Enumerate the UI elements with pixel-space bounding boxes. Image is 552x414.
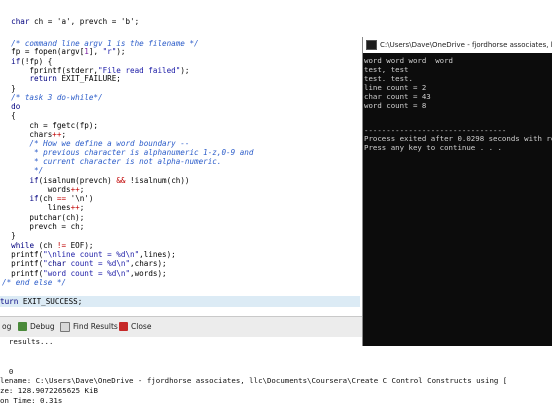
code-line[interactable]: /* end else */ bbox=[2, 277, 66, 288]
console-window[interactable]: C:\Users\Dave\OneDrive - fjordhorse asso… bbox=[362, 37, 552, 346]
tab-find-results-label: Find Results bbox=[73, 322, 118, 331]
console-line: word count = 8 bbox=[364, 101, 427, 110]
code-line[interactable]: turn EXIT_SUCCESS; bbox=[0, 296, 360, 307]
log-line: lename: C:\Users\Dave\OneDrive - fjordho… bbox=[0, 376, 508, 385]
debug-icon bbox=[18, 322, 27, 331]
find-results-icon bbox=[60, 321, 70, 332]
log-line: results... bbox=[0, 337, 54, 346]
tab-log-label: og bbox=[2, 322, 12, 331]
tab-debug[interactable]: Debug bbox=[16, 320, 57, 333]
log-line: on Time: 0.31s bbox=[0, 396, 63, 405]
console-line: Press any key to continue . . . bbox=[364, 143, 502, 152]
close-icon bbox=[119, 322, 128, 331]
build-log-panel: results... 0 lename: C:\Users\Dave\OneDri… bbox=[0, 337, 552, 414]
tab-log[interactable]: og bbox=[0, 320, 13, 333]
tab-close[interactable]: Close bbox=[117, 320, 153, 333]
console-titlebar[interactable]: C:\Users\Dave\OneDrive - fjordhorse asso… bbox=[363, 37, 552, 53]
tab-debug-label: Debug bbox=[30, 322, 55, 331]
tab-close-label: Close bbox=[131, 322, 152, 331]
tab-find-results[interactable]: Find Results bbox=[58, 320, 120, 333]
console-title: C:\Users\Dave\OneDrive - fjordhorse asso… bbox=[380, 41, 552, 49]
console-app-icon bbox=[366, 40, 377, 50]
code-line[interactable]: return EXIT_FAILURE; bbox=[2, 73, 120, 84]
log-line: ze: 128.9072265625 KiB bbox=[0, 386, 98, 395]
code-line[interactable]: char ch = 'a', prevch = 'b'; bbox=[2, 16, 139, 27]
